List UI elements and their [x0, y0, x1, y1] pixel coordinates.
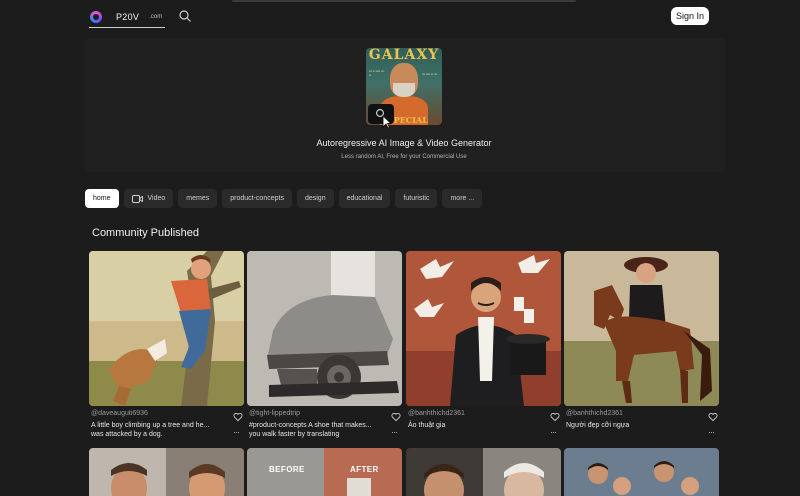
card-image[interactable]	[564, 251, 719, 406]
tab-design[interactable]: design	[296, 189, 334, 208]
tab-label: more ...	[450, 195, 475, 202]
age-comparison-image	[406, 448, 561, 496]
after-label: AFTER	[350, 465, 379, 474]
heart-icon[interactable]	[391, 412, 401, 422]
top-progress-line	[232, 0, 576, 2]
category-tabs: home Video memes product-concepts design…	[85, 189, 483, 208]
cover-figure-beard	[393, 83, 415, 97]
tab-video[interactable]: Video	[123, 189, 174, 208]
card-author[interactable]: @daveauguti6936	[91, 410, 148, 417]
card-author[interactable]: @banhthichd2361	[566, 410, 623, 417]
search-icon	[179, 10, 191, 22]
cover-title: GALAXY	[368, 48, 440, 63]
brand-tld: .com	[149, 14, 163, 20]
tab-label: educational	[346, 195, 383, 202]
brand-name: P20V	[116, 12, 140, 22]
boy-tree-dog-illustration	[89, 251, 244, 406]
card-caption: #product-concepts A shoe that makes... y…	[249, 422, 372, 438]
more-options-icon[interactable]: ···	[391, 427, 398, 437]
section-title: Community Published	[92, 227, 199, 239]
card-author[interactable]: @tight-lippedtrip	[249, 410, 300, 417]
tab-futuristic[interactable]: futuristic	[395, 189, 438, 208]
before-label: BEFORE	[269, 465, 305, 474]
card-image[interactable]	[247, 251, 402, 406]
heart-icon[interactable]	[233, 412, 243, 422]
tab-product-concepts[interactable]: product-concepts	[222, 189, 292, 208]
top-bar: P20V .com Sign In	[0, 0, 800, 30]
card-image[interactable]	[406, 251, 561, 406]
community-card-image[interactable]	[406, 448, 561, 496]
cover-decor-left: ▪▪▪ ▪▪ ▪▪▪▪ ▪▪▪ ▪▪	[369, 69, 385, 77]
shoe-gear-illustration	[247, 251, 402, 406]
sign-in-button[interactable]: Sign In	[671, 7, 709, 25]
community-card-image[interactable]	[564, 448, 719, 496]
tab-label: design	[304, 195, 326, 202]
community-card-image[interactable]	[89, 448, 244, 496]
tab-label: home	[93, 195, 111, 202]
tab-memes[interactable]: memes	[178, 189, 218, 208]
portrait-pair-image	[89, 448, 244, 496]
hero-subtitle: Less random AI, Free for your Commercial…	[341, 154, 467, 160]
tab-label: futuristic	[403, 195, 430, 202]
tab-label: memes	[186, 195, 210, 202]
logo-icon	[90, 11, 102, 23]
tab-label: Video	[147, 195, 166, 202]
search-button[interactable]	[178, 9, 192, 23]
heart-icon[interactable]	[550, 412, 560, 422]
brand-underline	[89, 27, 165, 28]
cover-decor-right: ▪▪▪ ▪▪▪▪ ▪▪ ▪▪▪	[422, 72, 438, 76]
magician-illustration	[406, 251, 561, 406]
woman-horse-illustration	[564, 251, 719, 406]
video-camera-icon	[131, 194, 143, 203]
card-caption: A little boy climbing up a tree and he..…	[91, 422, 210, 438]
tab-label: product-concepts	[230, 195, 284, 202]
mouse-cursor-icon	[382, 115, 392, 129]
card-author[interactable]: @banhthichd2361	[408, 410, 465, 417]
community-card-image[interactable]: BEFORE AFTER	[247, 448, 402, 496]
more-options-icon[interactable]: ···	[550, 427, 557, 437]
heart-icon[interactable]	[708, 412, 718, 422]
card-image[interactable]	[89, 251, 244, 406]
tab-more[interactable]: more ...	[442, 189, 483, 208]
more-options-icon[interactable]: ···	[233, 427, 240, 437]
tab-home[interactable]: home	[85, 189, 119, 208]
more-options-icon[interactable]: ···	[708, 427, 715, 437]
card-caption: Ảo thuật gia	[408, 422, 446, 429]
tab-educational[interactable]: educational	[338, 189, 391, 208]
hero-title: Autoregressive AI Image & Video Generato…	[316, 138, 492, 148]
family-portrait-image	[564, 448, 719, 496]
brand-link[interactable]: P20V .com	[90, 6, 162, 28]
card-caption: Người đẹp cỡi ngựa	[566, 422, 630, 429]
cover-issue-text: SPECIAL ISSUE	[388, 115, 428, 125]
